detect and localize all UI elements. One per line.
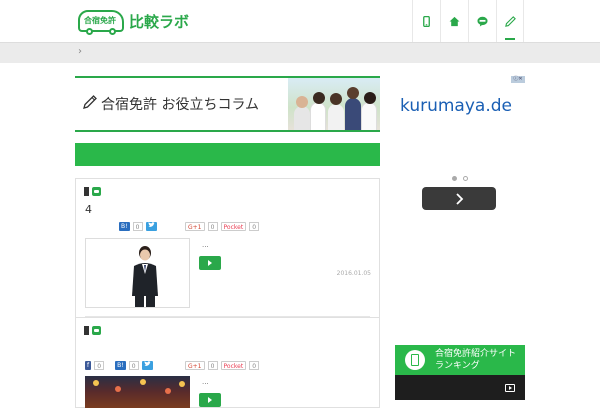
businessman-image <box>132 246 158 307</box>
post-tags <box>84 187 101 196</box>
post-title[interactable]: 4 <box>85 203 92 216</box>
post-date: 2016.01.05 <box>336 270 371 277</box>
car-logo-icon: 合宿免許 <box>78 10 124 35</box>
site-header: 合宿免許 比較ラボ <box>0 0 600 42</box>
ad-choices-badge[interactable]: ⓘ✕ <box>511 76 525 83</box>
nav-line[interactable] <box>468 0 496 42</box>
pencil-icon <box>83 95 97 109</box>
play-icon[interactable] <box>505 384 515 392</box>
chevron-right-icon <box>455 192 463 205</box>
post-tags <box>84 326 101 335</box>
read-more-button[interactable] <box>199 256 221 270</box>
share-buttons-right: G+1 0 Pocket 0 <box>185 361 260 370</box>
twitter-button[interactable] <box>141 361 153 370</box>
ad-unit[interactable]: ⓘ✕ kurumaya.de <box>395 76 525 176</box>
banner-students-image <box>288 78 380 130</box>
post-excerpt: ... <box>202 241 209 249</box>
logo-car-text: 合宿免許 <box>84 16 116 25</box>
pencil-icon <box>504 15 516 27</box>
widget-header: 合宿免許紹介サイトランキング <box>395 345 525 375</box>
widget-title: 合宿免許紹介サイトランキング <box>435 349 517 371</box>
share-buttons-left: B! 0 <box>119 222 157 231</box>
hatena-button[interactable]: B! <box>119 222 130 231</box>
wheel-icon <box>86 28 93 35</box>
pocket-count: 0 <box>249 361 260 370</box>
column-banner[interactable]: 合宿免許 お役立ちコラム <box>75 76 380 132</box>
divider <box>85 316 370 317</box>
share-buttons-left: f 0 B! 0 <box>85 361 153 370</box>
nav-mobile[interactable] <box>412 0 440 42</box>
home-icon <box>449 16 460 26</box>
smartphone-icon <box>405 350 425 370</box>
pocket-count: 0 <box>249 222 260 231</box>
logo-title: 比較ラボ <box>129 12 190 31</box>
hatena-count: 0 <box>128 361 139 370</box>
ad-next-button[interactable] <box>422 187 496 210</box>
ad-pagination <box>452 176 468 181</box>
post-card: 4 B! 0 G+1 0 Pocket 0 ... 2016.01.05 <box>75 178 380 318</box>
gplus-button[interactable]: G+1 <box>185 222 205 231</box>
post-excerpt: ... <box>202 378 209 386</box>
twitter-button[interactable] <box>145 222 157 231</box>
chat-icon <box>92 326 101 335</box>
share-buttons-right: G+1 0 Pocket 0 <box>185 222 260 231</box>
header-nav <box>412 0 524 42</box>
hatena-button[interactable]: B! <box>115 361 126 370</box>
post-thumbnail[interactable] <box>85 238 190 308</box>
facebook-button[interactable]: f <box>85 361 92 370</box>
breadcrumb: › <box>0 42 600 63</box>
gplus-count: 0 <box>207 222 218 231</box>
site-logo[interactable]: 合宿免許 比較ラボ <box>78 10 190 35</box>
nav-column[interactable] <box>496 0 524 42</box>
ranking-widget[interactable]: 合宿免許紹介サイトランキング <box>395 345 525 400</box>
pocket-button[interactable]: Pocket <box>220 361 247 370</box>
section-heading-bar <box>75 143 380 166</box>
post-thumbnail[interactable] <box>85 376 190 408</box>
twitter-icon <box>144 361 151 366</box>
pagination-dot[interactable] <box>452 176 457 181</box>
chat-icon <box>92 187 101 196</box>
wheel-icon <box>109 28 116 35</box>
ad-text[interactable]: kurumaya.de <box>400 96 512 116</box>
nav-home[interactable] <box>440 0 468 42</box>
read-more-button[interactable] <box>199 393 221 407</box>
hatena-count: 0 <box>132 222 143 231</box>
post-card: f 0 B! 0 G+1 0 Pocket 0 ... <box>75 318 380 408</box>
pocket-button[interactable]: Pocket <box>220 222 247 231</box>
mobile-icon <box>423 15 430 27</box>
facebook-count: 0 <box>94 361 105 370</box>
mobile-icon <box>84 326 89 335</box>
breadcrumb-separator: › <box>78 46 82 57</box>
gplus-button[interactable]: G+1 <box>185 361 205 370</box>
banner-title: 合宿免許 お役立ちコラム <box>101 97 260 113</box>
pagination-dot[interactable] <box>463 176 468 181</box>
gplus-count: 0 <box>207 361 218 370</box>
twitter-icon <box>148 222 155 227</box>
line-icon <box>477 16 488 27</box>
mobile-icon <box>84 187 89 196</box>
widget-body <box>395 375 525 400</box>
